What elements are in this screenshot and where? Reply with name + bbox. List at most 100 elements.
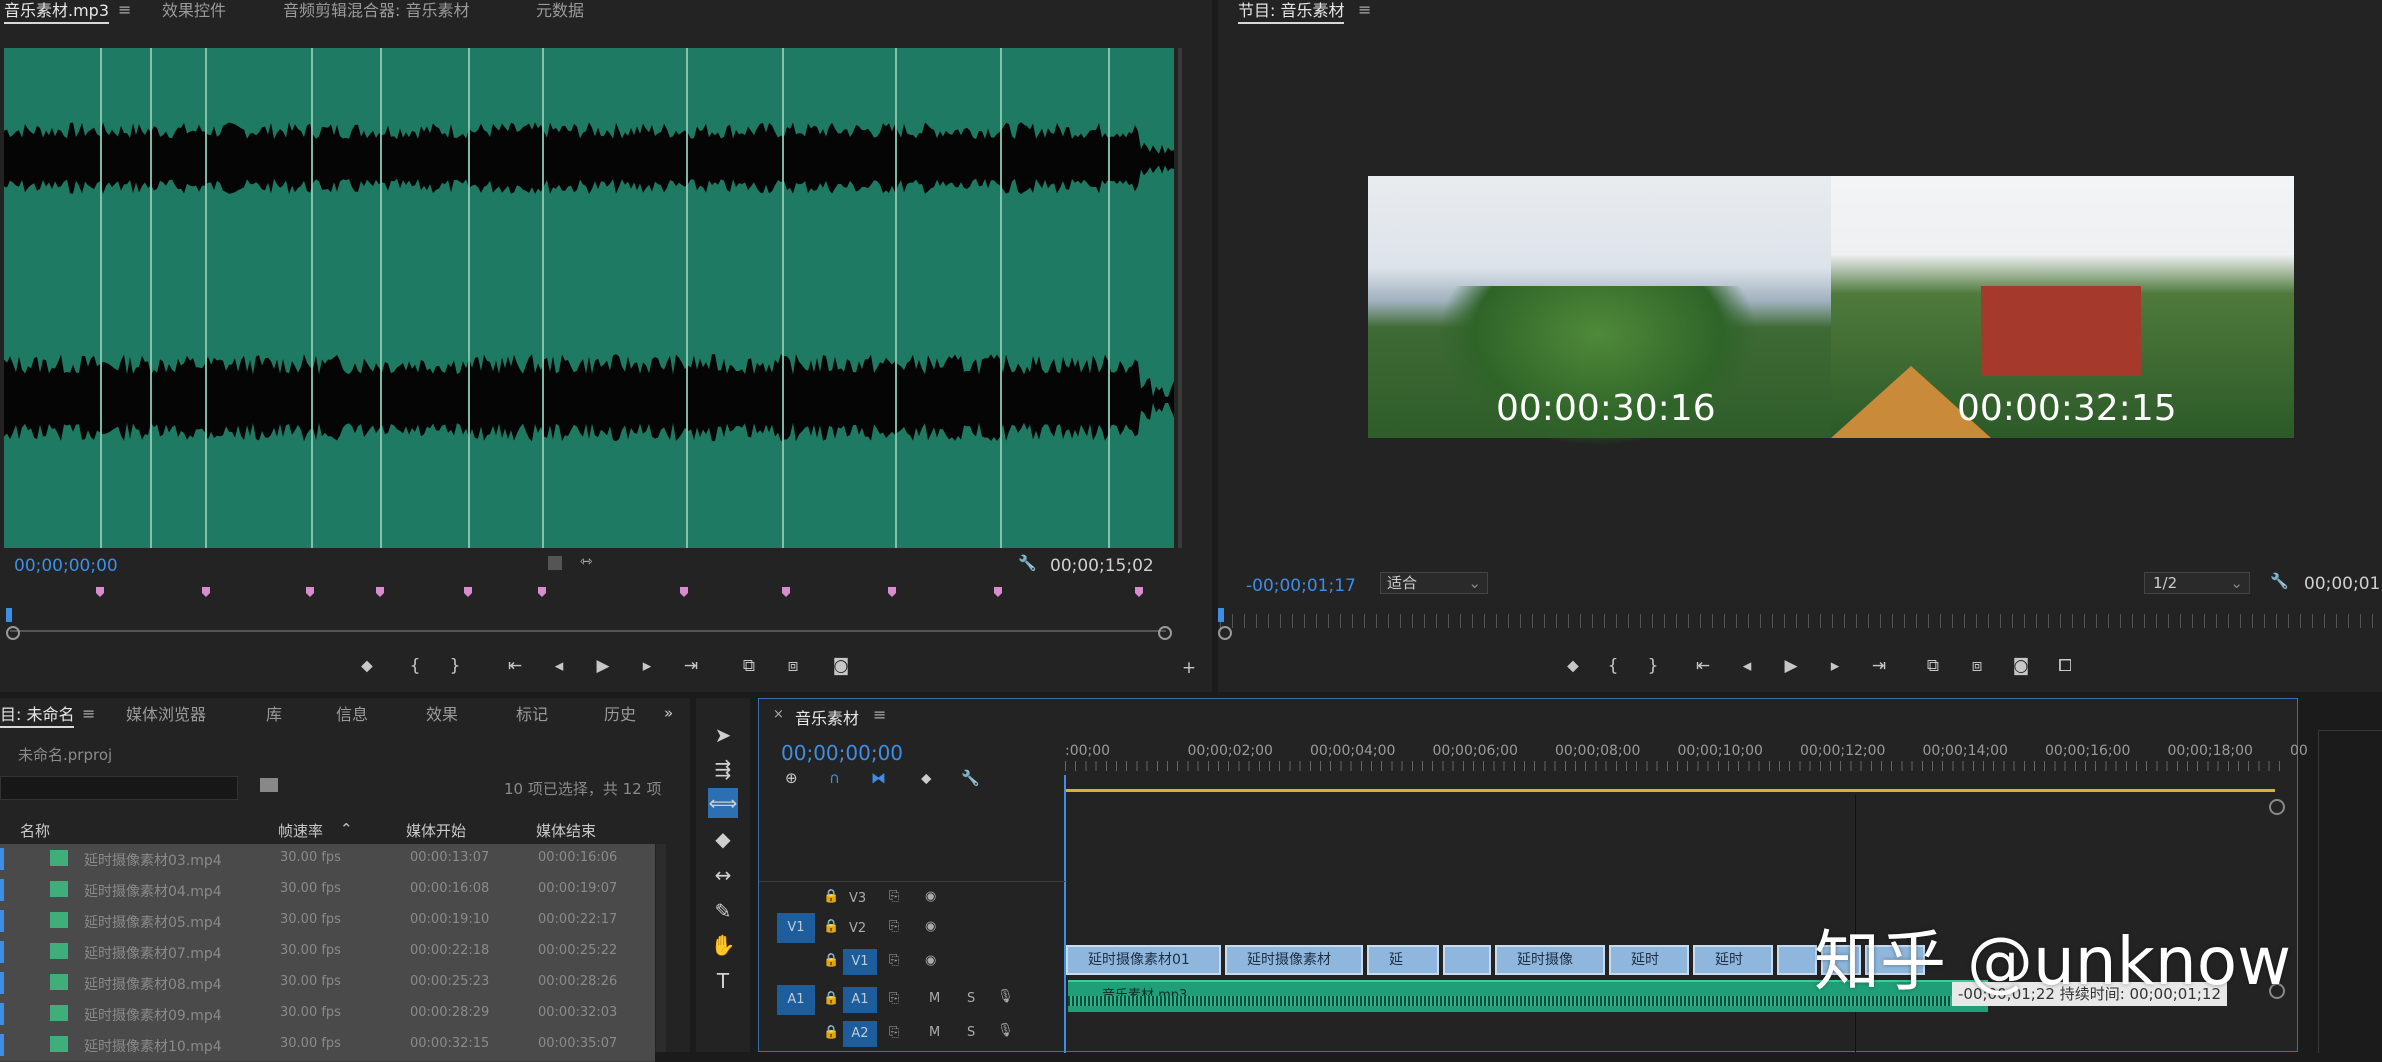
eye-icon[interactable]: ◉	[925, 889, 936, 904]
v1-source-patch[interactable]: V1	[777, 913, 815, 943]
track-a1-label[interactable]: A1	[843, 987, 877, 1013]
col-name[interactable]: 名称	[20, 820, 50, 841]
razor-tool-icon[interactable]: ◆	[708, 824, 738, 854]
table-row[interactable]: 延时摄像素材04.mp4 30.00 fps 00:00:16:08 00:00:19…	[0, 875, 655, 907]
film-icon[interactable]: ⎘	[889, 889, 899, 904]
linked-selection-icon[interactable]: ⧓	[871, 769, 886, 787]
table-row[interactable]: 延时摄像素材03.mp4 30.00 fps 00:00:13:07 00:00:16…	[0, 844, 655, 876]
waveform-scrollbar[interactable]	[1178, 48, 1182, 548]
selection-tool-icon[interactable]: ➤	[708, 720, 738, 750]
program-title[interactable]: 节目: 音乐素材	[1238, 0, 1345, 26]
tab-effects[interactable]: 效果	[426, 704, 458, 730]
snap-magnet-icon[interactable]: ∩	[829, 769, 840, 787]
step-forward-icon[interactable]: ▸	[632, 654, 662, 678]
add-marker-icon[interactable]: ⬥	[1558, 654, 1588, 678]
step-back-icon[interactable]: ◂	[544, 654, 574, 678]
tab-project[interactable]: 目: 未命名	[0, 704, 75, 730]
program-ruler[interactable]	[1220, 614, 2380, 628]
step-back-icon[interactable]: ◂	[1732, 654, 1762, 678]
tab-metadata[interactable]: 元数据	[536, 0, 584, 26]
lock-icon[interactable]: 🔒	[823, 991, 839, 1006]
eye-icon[interactable]: ◉	[925, 953, 936, 968]
fit-select[interactable]: 适合 ⌄	[1380, 572, 1488, 594]
track-select-tool-icon[interactable]: ⇶	[708, 754, 738, 784]
solo-button[interactable]: S	[967, 1025, 975, 1040]
audio-waveform[interactable]	[4, 48, 1174, 548]
add-marker-icon[interactable]: ⬥	[921, 769, 932, 787]
film-icon[interactable]: ⎘	[889, 1025, 899, 1040]
mute-button[interactable]: M	[929, 991, 940, 1006]
step-forward-icon[interactable]: ▸	[1820, 654, 1850, 678]
nest-icon[interactable]: ⊕	[785, 769, 798, 787]
fit-width-icon[interactable]: ⇿	[580, 552, 593, 570]
a1-source-patch[interactable]: A1	[777, 985, 815, 1015]
tab-library[interactable]: 库	[266, 704, 282, 730]
timeline-settings-wrench-icon[interactable]: 🔧	[961, 769, 980, 787]
tab-media-browser[interactable]: 媒体浏览器	[126, 704, 206, 730]
table-row[interactable]: 延时摄像素材05.mp4 30.00 fps 00:00:19:10 00:00:22…	[0, 906, 655, 938]
new-bin-icon[interactable]	[260, 778, 278, 792]
track-v2-label[interactable]: V2	[849, 921, 866, 936]
col-media-start[interactable]: 媒体开始	[406, 820, 466, 841]
video-clip[interactable]: 延时摄像素材01	[1066, 945, 1221, 975]
list-scrollbar[interactable]	[656, 844, 666, 1052]
table-row[interactable]: 延时摄像素材10.mp4 30.00 fps 00:00:32:15 00:00:35…	[0, 1030, 655, 1062]
film-icon[interactable]: ⎘	[889, 991, 899, 1006]
video-clip[interactable]: 延时摄像素材	[1225, 945, 1363, 975]
eye-icon[interactable]: ◉	[925, 919, 936, 934]
add-button-icon[interactable]: +	[1174, 656, 1204, 680]
playhead[interactable]	[1064, 775, 1066, 1053]
go-to-in-icon[interactable]: ⇤	[500, 654, 530, 678]
lock-icon[interactable]: 🔒	[823, 889, 839, 904]
playhead-start[interactable]	[6, 608, 12, 622]
video-clip[interactable]	[1777, 945, 1817, 975]
source-scrub-bar[interactable]	[10, 630, 1166, 632]
panel-menu-icon[interactable]: ≡	[118, 0, 131, 19]
film-icon[interactable]: ⎘	[889, 953, 899, 968]
settings-icon[interactable]	[548, 556, 562, 570]
mark-in-icon[interactable]: {	[400, 654, 430, 678]
extract-icon[interactable]: ⧈	[1962, 654, 1992, 678]
export-frame-icon[interactable]: ◙	[2006, 654, 2036, 678]
timeline-ruler[interactable]: :00;00 00;00;02;00 00;00;04;00 00;00;06;00 0…	[1065, 729, 2308, 775]
ripple-edit-tool-icon[interactable]: ⟺	[708, 788, 738, 818]
table-row[interactable]: 延时摄像素材08.mp4 30.00 fps 00:00:25:23 00:00:28…	[0, 968, 655, 1000]
overflow-chevron-icon[interactable]: »	[664, 704, 673, 722]
insert-icon[interactable]: ⧉	[734, 654, 764, 678]
close-icon[interactable]: ×	[773, 707, 784, 722]
add-marker-icon[interactable]: ⬥	[352, 654, 382, 678]
tab-history[interactable]: 历史	[604, 704, 636, 730]
sequence-title[interactable]: 音乐素材	[795, 705, 859, 729]
play-icon[interactable]: ▶	[588, 654, 618, 678]
video-clip[interactable]: 延时摄像	[1495, 945, 1605, 975]
resolution-select[interactable]: 1/2 ⌄	[2144, 572, 2250, 594]
wrench-icon[interactable]: 🔧	[1018, 554, 1037, 572]
video-clip[interactable]: 延时	[1609, 945, 1689, 975]
table-row[interactable]: 延时摄像素材07.mp4 30.00 fps 00:00:22:18 00:00:25…	[0, 937, 655, 969]
film-icon[interactable]: ⎘	[889, 919, 899, 934]
timeline-scroll-handle[interactable]	[2269, 799, 2285, 815]
video-clip[interactable]	[1443, 945, 1491, 975]
search-input[interactable]	[0, 776, 238, 800]
slip-tool-icon[interactable]: ↔	[708, 860, 738, 890]
comparison-view-icon[interactable]: ⧠	[2050, 654, 2080, 678]
video-clip[interactable]: 延时	[1693, 945, 1773, 975]
overwrite-icon[interactable]: ⧈	[778, 654, 808, 678]
panel-menu-icon[interactable]: ≡	[1358, 0, 1371, 19]
table-row[interactable]: 延时摄像素材09.mp4 30.00 fps 00:00:28:29 00:00:32…	[0, 999, 655, 1031]
track-a2-label[interactable]: A2	[843, 1021, 877, 1047]
mute-button[interactable]: M	[929, 1025, 940, 1040]
program-timecode[interactable]: -00;00;01;17	[1246, 576, 1356, 596]
mark-in-icon[interactable]: {	[1598, 654, 1628, 678]
track-v3-label[interactable]: V3	[849, 891, 866, 906]
microphone-icon[interactable]: 🎙	[997, 989, 1014, 1004]
mark-out-icon[interactable]: }	[1638, 654, 1668, 678]
go-to-in-icon[interactable]: ⇤	[1688, 654, 1718, 678]
lock-icon[interactable]: 🔒	[823, 953, 839, 968]
tab-markers[interactable]: 标记	[516, 704, 548, 730]
lock-icon[interactable]: 🔒	[823, 1025, 839, 1040]
program-video-frame[interactable]: 00:00:30:16 00:00:32:15	[1368, 176, 2294, 446]
video-clip[interactable]: 延	[1367, 945, 1439, 975]
tab-effect-controls[interactable]: 效果控件	[162, 0, 226, 26]
panel-menu-icon[interactable]: ≡	[873, 705, 886, 724]
